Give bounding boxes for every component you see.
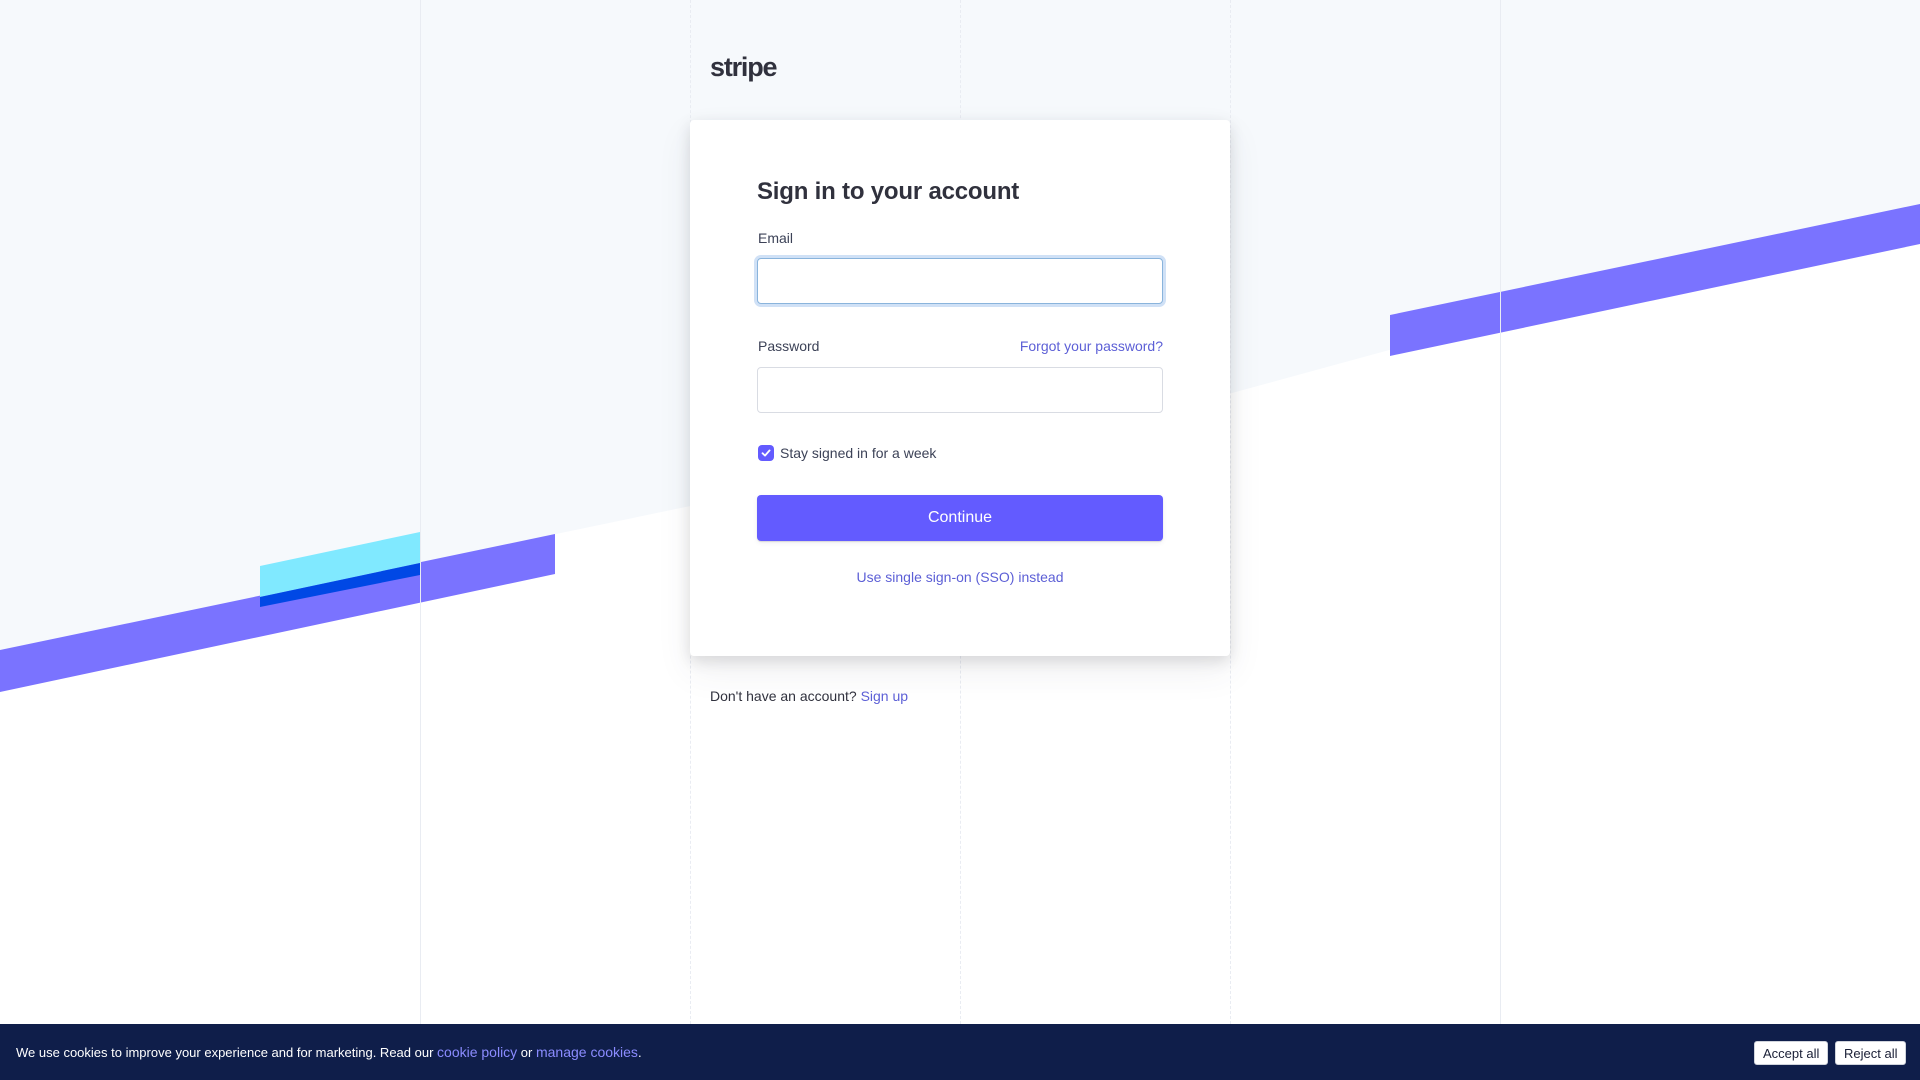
grid-guide-line	[420, 0, 421, 1024]
reject-all-button[interactable]: Reject all	[1835, 1041, 1907, 1065]
sso-link-row: Use single sign-on (SSO) instead	[690, 569, 1230, 585]
stay-signed-in-label[interactable]: Stay signed in for a week	[780, 445, 936, 461]
grid-guide-line	[1500, 0, 1501, 1024]
cookie-policy-link[interactable]: cookie policy	[437, 1044, 517, 1060]
sso-link[interactable]: Use single sign-on (SSO) instead	[857, 569, 1064, 585]
check-icon	[761, 449, 771, 457]
manage-cookies-link[interactable]: manage cookies	[536, 1044, 638, 1060]
password-input[interactable]	[757, 367, 1163, 413]
accept-all-button[interactable]: Accept all	[1754, 1041, 1829, 1065]
page-title: Sign in to your account	[757, 178, 1020, 205]
stay-signed-in-checkbox[interactable]	[758, 445, 774, 461]
cookie-message: We use cookies to improve your experienc…	[16, 1044, 642, 1060]
signup-prompt: Don't have an account?	[710, 688, 857, 704]
continue-button[interactable]: Continue	[757, 495, 1163, 541]
email-label: Email	[758, 230, 794, 246]
email-input[interactable]	[757, 258, 1163, 304]
cookie-banner: We use cookies to improve your experienc…	[0, 1024, 1920, 1080]
signup-link[interactable]: Sign up	[861, 688, 908, 704]
cookie-or-text: or	[517, 1045, 536, 1060]
login-page: stripe Sign in to your account Email Pas…	[0, 0, 1920, 1080]
cookie-message-text: We use cookies to improve your experienc…	[16, 1045, 438, 1060]
password-label: Password	[758, 338, 820, 354]
stripe-logo[interactable]: stripe	[710, 52, 778, 83]
sign-in-card: Sign in to your account Email Password F…	[690, 120, 1230, 656]
forgot-password-link[interactable]: Forgot your password?	[1018, 338, 1163, 354]
grid-guide-line	[1230, 0, 1231, 1024]
cookie-period: .	[637, 1045, 642, 1060]
signup-row: Don't have an account? Sign up	[710, 688, 908, 704]
